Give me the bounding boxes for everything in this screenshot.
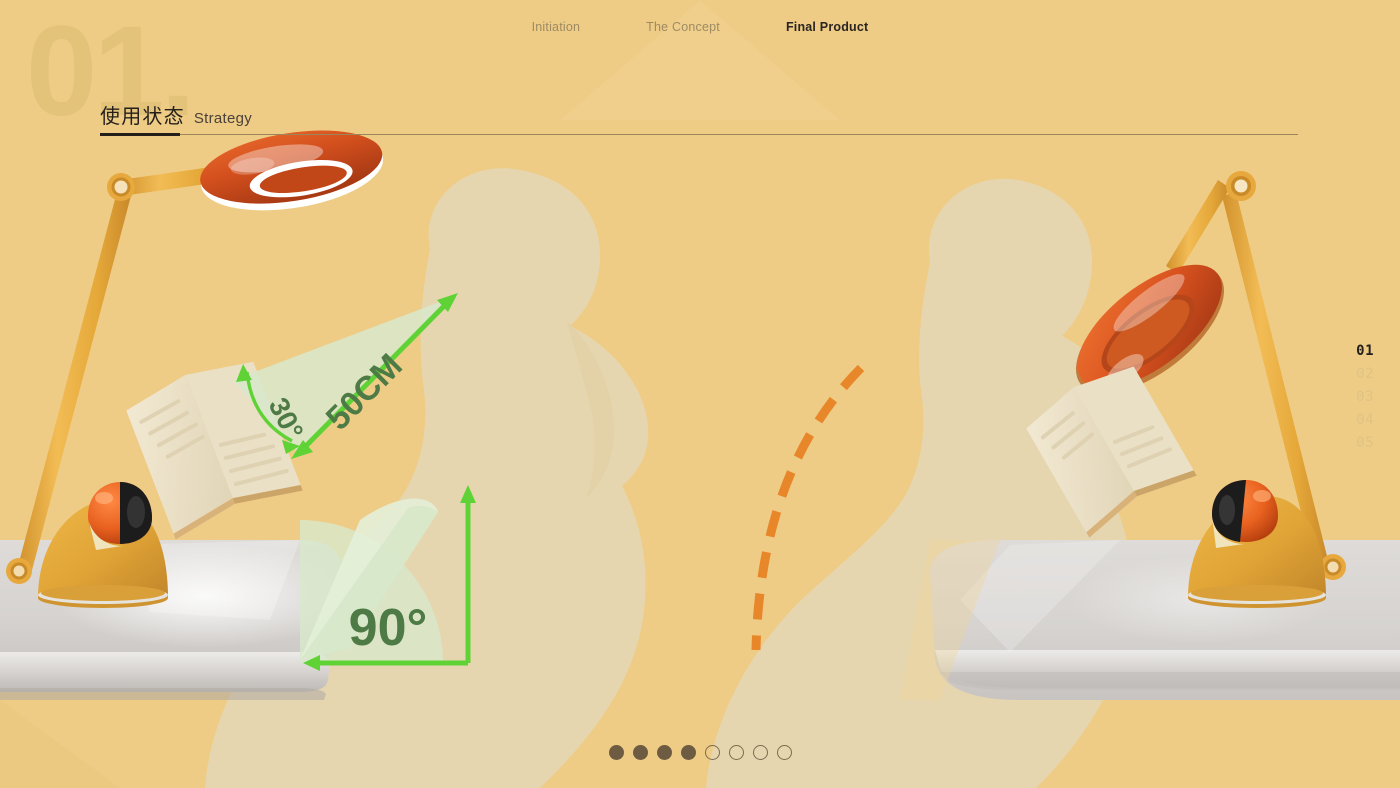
slide-pager[interactable]: 01 02 03 04 05 [1356, 343, 1374, 451]
title-underline-accent [100, 133, 180, 136]
carousel-dot[interactable] [608, 745, 624, 760]
carousel-dot[interactable] [704, 745, 720, 760]
pager-item-01[interactable]: 01 [1356, 343, 1374, 359]
slide-stage: 30° 50CM 90° 01. Initiation The Concept … [0, 0, 1400, 788]
nav-item-final-product[interactable]: Final Product [786, 20, 868, 34]
carousel-dot[interactable] [776, 745, 792, 760]
page-title-cn: 使用状态 [100, 104, 185, 128]
pager-item-02[interactable]: 02 [1356, 366, 1374, 382]
title-underline-rule [180, 134, 1298, 135]
carousel-dot[interactable] [680, 745, 696, 760]
nav-item-the-concept[interactable]: The Concept [646, 20, 720, 34]
pager-item-03[interactable]: 03 [1356, 389, 1374, 405]
carousel-dot[interactable] [728, 745, 744, 760]
pager-item-05[interactable]: 05 [1356, 435, 1374, 451]
top-navigation[interactable]: Initiation The Concept Final Product [0, 20, 1400, 34]
angle-arm-label: 90° [349, 599, 428, 657]
page-title-en: Strategy [193, 110, 253, 127]
carousel-dot[interactable] [656, 745, 672, 760]
pager-item-04[interactable]: 04 [1356, 412, 1374, 428]
page-title: 使用状态 Strategy [100, 100, 252, 129]
carousel-dot[interactable] [632, 745, 648, 760]
carousel-dots[interactable] [0, 745, 1400, 760]
carousel-dot[interactable] [752, 745, 768, 760]
nav-item-initiation[interactable]: Initiation [532, 20, 581, 34]
